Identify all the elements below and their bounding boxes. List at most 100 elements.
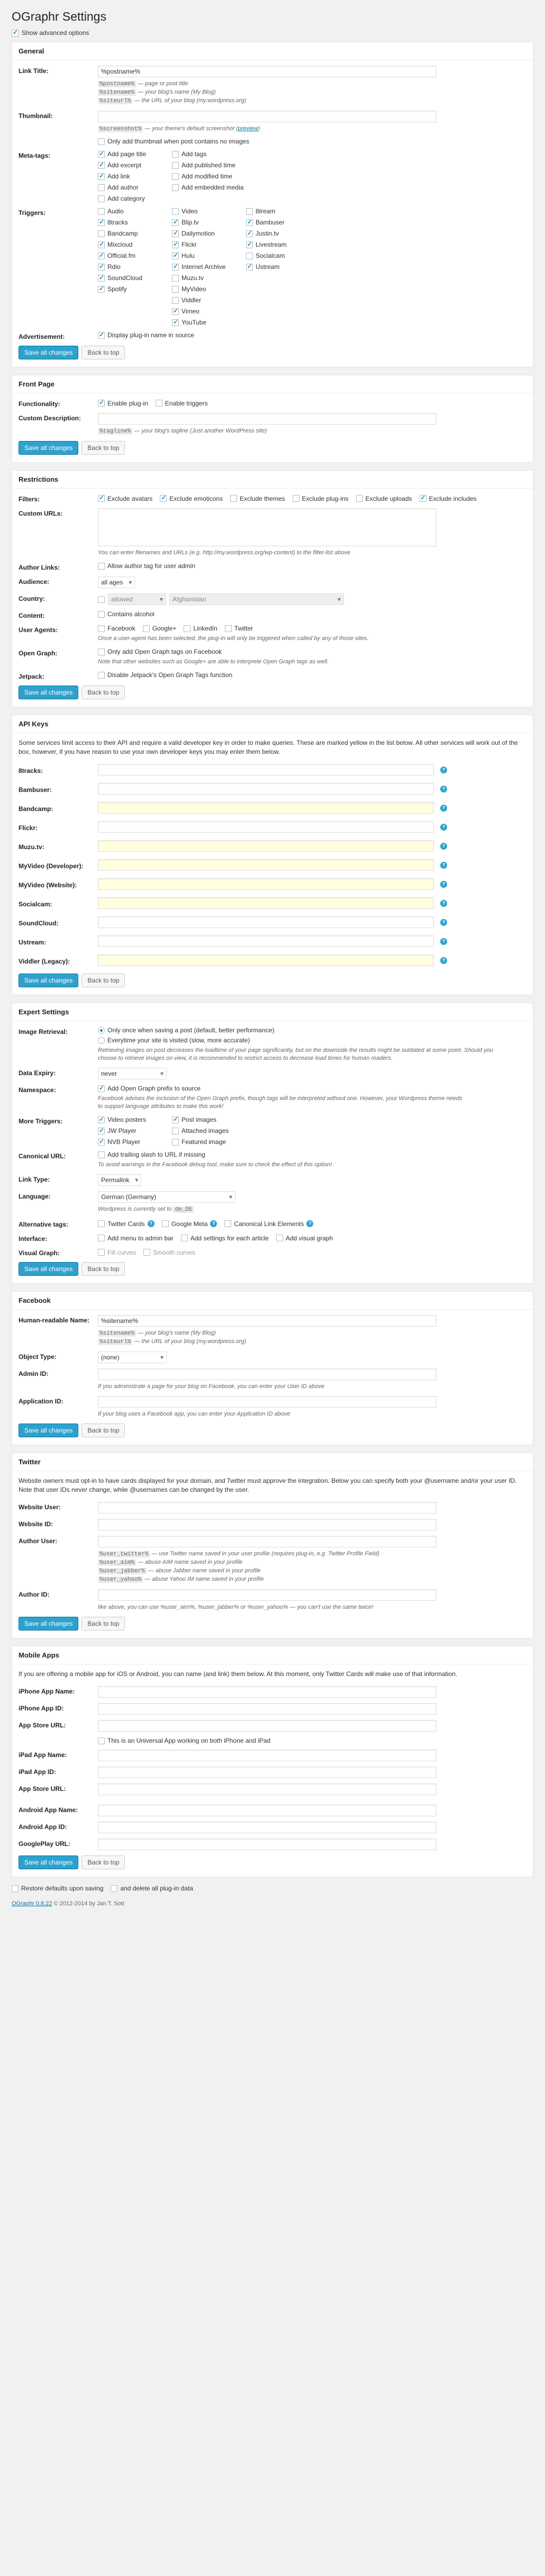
application-id-input[interactable] (98, 1396, 437, 1408)
socialcam-key-input[interactable] (98, 897, 434, 909)
back-to-top-button[interactable]: Back to top (81, 974, 125, 987)
bandcamp-key-input[interactable] (98, 802, 434, 814)
checkbox[interactable] (98, 172, 105, 180)
country-select[interactable]: Afghanistan (169, 593, 344, 605)
advanced-checkbox[interactable] (12, 29, 19, 37)
app-store-url-input[interactable] (98, 1720, 437, 1732)
agent-facebook-option[interactable]: Facebook (98, 625, 135, 632)
checkbox[interactable] (172, 307, 179, 315)
more-video-posters-option[interactable]: Video posters (98, 1115, 172, 1123)
visual-graph-option[interactable]: Add visual graph (276, 1233, 333, 1242)
trigger-hulu-option[interactable]: Hulu (172, 251, 246, 259)
admin-bar-option[interactable]: Add menu to admin bar (98, 1233, 174, 1242)
trigger-internet-archive-option[interactable]: Internet Archive (172, 263, 246, 271)
retrieval-always-radio[interactable]: Everytime your site is visited (slow, mo… (98, 1037, 526, 1044)
author-links-option[interactable]: Allow author tag for user admin (98, 562, 526, 570)
checkbox[interactable] (98, 251, 105, 259)
agent-google-option[interactable]: Google+ (142, 625, 176, 632)
custom-urls-textarea[interactable] (98, 508, 437, 546)
website-id-input[interactable] (98, 1519, 437, 1530)
iphone-app-name-input[interactable] (98, 1686, 437, 1698)
trigger-viddler-option[interactable]: Viddler (172, 296, 246, 304)
help-icon[interactable]: ? (440, 918, 447, 926)
soundcloud-key-input[interactable] (98, 916, 434, 928)
trigger-audio-option[interactable]: Audio (98, 208, 172, 215)
help-icon[interactable]: ? (440, 766, 447, 773)
meta-add-excerpt-option[interactable]: Add excerpt (98, 161, 172, 169)
checkbox[interactable] (98, 285, 105, 293)
checkbox[interactable] (98, 274, 105, 282)
jetpack-option[interactable]: Disable Jetpack's Open Graph Tags functi… (98, 671, 526, 679)
checkbox[interactable] (142, 625, 150, 632)
enable-plugin-option[interactable]: Enable plug-in (98, 399, 148, 408)
checkbox[interactable] (224, 625, 232, 632)
namespace-option[interactable]: Add Open Graph prefix to source (98, 1084, 526, 1092)
website-user-input[interactable] (98, 1502, 437, 1514)
help-icon[interactable]: ? (440, 804, 447, 812)
checkbox[interactable] (172, 274, 179, 282)
trigger-myvideo-option[interactable]: MyVideo (172, 285, 246, 293)
filter-exclude-themes-option[interactable]: Exclude themes (230, 494, 285, 503)
trigger-spotify-option[interactable]: Spotify (98, 285, 172, 293)
meta-add-link-option[interactable]: Add link (98, 172, 172, 180)
checkbox[interactable] (172, 208, 179, 215)
preview-link[interactable]: preview (238, 125, 258, 132)
smooth-curves-option[interactable]: Smooth curves (143, 1248, 195, 1257)
checkbox[interactable] (98, 625, 105, 632)
checkbox[interactable] (246, 218, 253, 226)
agent-linkedin-option[interactable]: LinkedIn (184, 625, 217, 632)
audience-select[interactable]: all ages (98, 577, 135, 588)
meta-add-tags-option[interactable]: Add tags (172, 150, 246, 158)
help-icon[interactable]: ? (440, 957, 447, 964)
checkbox[interactable] (172, 251, 179, 259)
checkbox[interactable] (172, 173, 179, 180)
checkbox[interactable] (184, 625, 191, 632)
trigger-muzu-tv-option[interactable]: Muzu.tv (172, 274, 246, 282)
myvideo-developer-key-input[interactable] (98, 859, 434, 871)
checkbox[interactable] (98, 494, 105, 502)
help-icon[interactable]: ? (440, 861, 447, 869)
checkbox[interactable] (172, 318, 179, 326)
android-app-name-input[interactable] (98, 1805, 437, 1816)
back-to-top-button[interactable]: Back to top (81, 1424, 125, 1437)
filter-exclude-emoticons-option[interactable]: Exclude emoticons (160, 494, 223, 503)
checkbox[interactable] (419, 494, 426, 502)
muzu-tv-key-input[interactable] (98, 840, 434, 852)
country-mode-select[interactable]: allowed (108, 593, 166, 605)
trigger-bambuser-option[interactable]: Bambuser (246, 218, 320, 226)
checkbox[interactable] (98, 184, 105, 191)
google-meta-option[interactable]: Google Meta ? (161, 1219, 217, 1228)
checkbox[interactable] (246, 252, 253, 259)
delete-data-option[interactable]: and delete all plug-in data (111, 1885, 193, 1892)
trigger-8tracks-option[interactable]: 8tracks (98, 218, 172, 226)
ipad-app-name-input[interactable] (98, 1750, 437, 1761)
checkbox[interactable] (98, 161, 105, 169)
admin-id-input[interactable] (98, 1368, 437, 1380)
open-graph-option[interactable]: Only add Open Graph tags on Facebook (98, 648, 526, 655)
checkbox[interactable] (172, 263, 179, 271)
checkbox[interactable] (98, 1127, 105, 1134)
help-icon[interactable]: ? (440, 899, 447, 907)
trigger-ustream-option[interactable]: Ustream (246, 263, 320, 271)
canonical-link-option[interactable]: Canonical Link Elements ? (224, 1219, 314, 1228)
checkbox[interactable] (172, 184, 179, 191)
help-icon[interactable]: ? (440, 823, 447, 831)
link-title-input[interactable] (98, 66, 437, 77)
bambuser-key-input[interactable] (98, 783, 434, 795)
checkbox[interactable] (172, 161, 179, 169)
more-attached-images-option[interactable]: Attached images (172, 1127, 246, 1134)
trigger-official-fm-option[interactable]: Official.fm (98, 251, 172, 259)
trigger-soundcloud-option[interactable]: SoundCloud (98, 274, 172, 282)
advanced-toggle[interactable]: Show advanced options (12, 29, 533, 37)
trigger-livestream-option[interactable]: Livestream (246, 240, 320, 248)
trigger-vimeo-option[interactable]: Vimeo (172, 307, 246, 315)
back-to-top-button[interactable]: Back to top (81, 1856, 125, 1869)
save-button[interactable]: Save all changes (19, 1856, 79, 1869)
save-button[interactable]: Save all changes (19, 441, 79, 455)
trigger-video-option[interactable]: Video (172, 208, 246, 215)
enable-triggers-option[interactable]: Enable triggers (155, 399, 207, 408)
article-settings-option[interactable]: Add settings for each article (180, 1233, 269, 1242)
checkbox[interactable] (172, 1138, 179, 1146)
trigger-flickr-option[interactable]: Flickr (172, 240, 246, 248)
save-button[interactable]: Save all changes (19, 686, 79, 699)
